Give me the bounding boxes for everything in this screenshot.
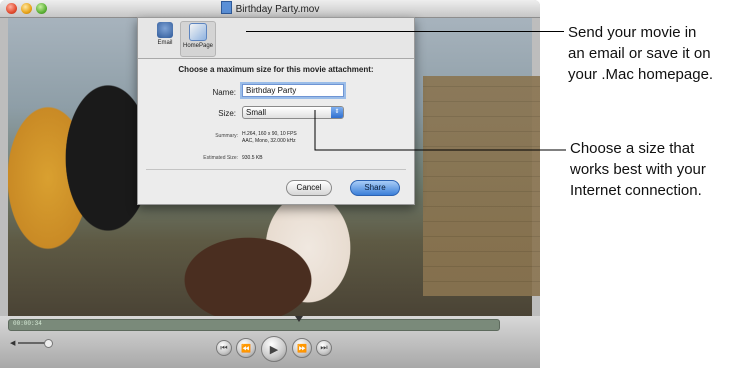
size-popup-value: Small bbox=[246, 108, 267, 117]
volume-knob[interactable] bbox=[44, 339, 53, 348]
callout-send-movie: Send your movie in an email or save it o… bbox=[568, 22, 750, 85]
share-button[interactable]: Share bbox=[350, 180, 400, 196]
callout-choose-size: Choose a size that works best with your … bbox=[570, 138, 750, 201]
name-field[interactable] bbox=[242, 84, 344, 97]
size-label: Size: bbox=[218, 109, 236, 118]
share-toolbar: Email HomePage bbox=[138, 18, 414, 59]
callout-send-line-2: an email or save it on bbox=[568, 45, 711, 62]
video-background-wall bbox=[423, 76, 540, 296]
timeline-scrubber[interactable]: 00:00:34 bbox=[8, 316, 500, 331]
email-tab[interactable]: Email bbox=[148, 21, 182, 55]
estimated-size-value: 930.5 KB bbox=[242, 155, 263, 161]
callout-size-line-3: Internet connection. bbox=[570, 182, 702, 199]
window-title: Birthday Party.mov bbox=[0, 1, 540, 15]
summary-line-1: H.264, 160 x 90, 10 FPS bbox=[242, 131, 297, 137]
callout-size-line-1: Choose a size that bbox=[570, 140, 695, 157]
summary-label: Summary: bbox=[215, 133, 238, 139]
play-button[interactable]: ▶ bbox=[261, 336, 287, 362]
callout-line-homepage bbox=[246, 31, 564, 32]
go-to-start-button[interactable]: ⏮ bbox=[216, 340, 232, 356]
summary-line-2: AAC, Mono, 32.000 kHz bbox=[242, 138, 296, 144]
homepage-tab[interactable]: HomePage bbox=[180, 21, 216, 57]
divider bbox=[146, 169, 406, 170]
volume-slider[interactable]: ◀ bbox=[10, 338, 53, 348]
callout-send-line-3: your .Mac homepage. bbox=[568, 66, 714, 83]
rewind-button[interactable]: ⏪ bbox=[236, 338, 256, 358]
timecode: 00:00:34 bbox=[13, 320, 42, 327]
share-sheet: Email HomePage Choose a maximum size for… bbox=[137, 17, 415, 205]
cancel-button[interactable]: Cancel bbox=[286, 180, 332, 196]
sheet-heading: Choose a maximum size for this movie att… bbox=[178, 65, 374, 74]
player-controls: 00:00:34 ◀ ⏮ ⏪ ▶ ⏩ ⏭ bbox=[0, 316, 540, 368]
homepage-tab-label: HomePage bbox=[182, 43, 214, 49]
name-label: Name: bbox=[212, 88, 236, 97]
callout-size-line-2: works best with your bbox=[570, 161, 706, 178]
playhead-icon[interactable] bbox=[295, 316, 303, 322]
callout-send-line-1: Send your movie in bbox=[568, 24, 697, 41]
email-icon bbox=[157, 22, 173, 38]
movie-file-icon bbox=[220, 1, 232, 14]
fast-forward-button[interactable]: ⏩ bbox=[292, 338, 312, 358]
popup-arrows-icon: ⇕ bbox=[331, 107, 343, 118]
transport-buttons: ⏮ ⏪ ▶ ⏩ ⏭ bbox=[216, 336, 336, 362]
size-popup[interactable]: Small ⇕ bbox=[242, 106, 344, 119]
homepage-icon bbox=[189, 23, 207, 41]
quicktime-window: Birthday Party.mov 00:00:34 ◀ ⏮ ⏪ ▶ ⏩ ⏭ … bbox=[0, 0, 540, 368]
speaker-icon: ◀ bbox=[10, 340, 16, 347]
window-title-text: Birthday Party.mov bbox=[235, 4, 320, 15]
title-bar: Birthday Party.mov bbox=[0, 0, 540, 18]
go-to-end-button[interactable]: ⏭ bbox=[316, 340, 332, 356]
email-tab-label: Email bbox=[157, 40, 173, 46]
estimated-size-label: Estimated Size: bbox=[203, 155, 238, 161]
